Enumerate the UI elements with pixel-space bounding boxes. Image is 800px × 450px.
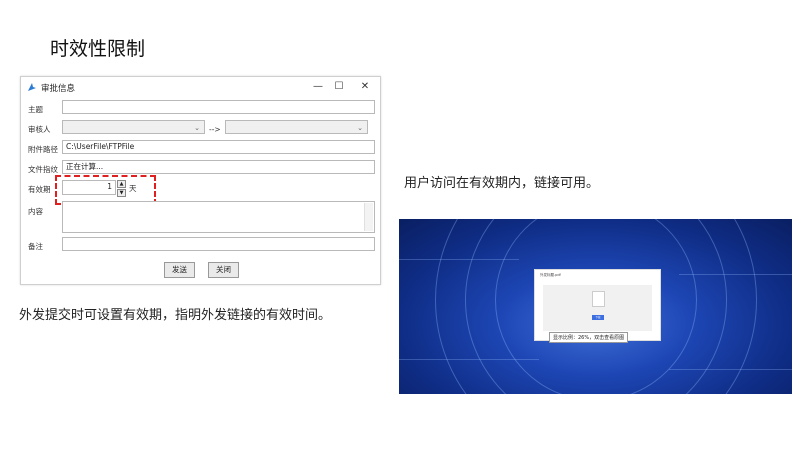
chevron-down-icon: ⌄ [357,124,363,132]
app-icon [28,83,36,91]
access-screenshot: 外发标题.pdf 下载 显示比例：26%，双击查看原图 [399,219,792,394]
approver-from-select[interactable]: ⌄ [62,120,205,134]
remark-input[interactable] [62,237,375,251]
subject-label: 主题 [28,105,43,114]
validity-label: 有效期 [28,185,51,194]
dialog-title: 审批信息 [41,84,76,94]
fingerprint-input: 正在计算... [62,160,375,174]
right-caption: 用户访问在有效期内，链接可用。 [404,176,600,191]
attachment-label: 附件路径 [28,145,58,154]
decor-line [399,359,539,360]
decor-line [679,274,792,275]
minimize-button[interactable]: — [310,80,326,94]
chevron-down-icon: ⌄ [194,124,200,132]
content-scrollbar[interactable] [364,203,373,231]
left-caption: 外发提交时可设置有效期，指明外发链接的有效时间。 [19,308,332,323]
download-button[interactable]: 下载 [592,315,604,320]
decor-line [669,369,792,370]
file-icon [592,291,605,307]
maximize-button[interactable]: ☐ [331,80,347,94]
slide-title: 时效性限制 [50,38,146,60]
approver-to-select[interactable]: ⌄ [225,120,368,134]
file-preview-area: 下载 [543,285,652,331]
fingerprint-label: 文件指纹 [28,165,58,174]
content-textarea[interactable] [62,201,375,233]
approver-arrow: --> [209,125,221,134]
approver-label: 审核人 [28,125,51,134]
content-label: 内容 [28,207,43,216]
remark-label: 备注 [28,242,43,251]
title-bar[interactable]: 审批信息 — ☐ ✕ [21,77,380,97]
attachment-path-input[interactable]: C:\UserFile\FTPFile [62,140,375,154]
close-button[interactable]: 关闭 [208,262,239,278]
send-button[interactable]: 发送 [164,262,195,278]
approval-dialog: 审批信息 — ☐ ✕ 主题 审核人 ⌄ --> ⌄ 附件路径 C:\UserFi… [20,76,381,285]
card-title: 外发标题.pdf [540,273,561,277]
decor-line [399,259,519,260]
subject-input[interactable] [62,100,375,114]
shared-file-card: 外发标题.pdf 下载 [534,269,661,341]
zoom-tooltip: 显示比例：26%，双击查看原图 [549,332,629,343]
close-window-button[interactable]: ✕ [357,80,373,94]
